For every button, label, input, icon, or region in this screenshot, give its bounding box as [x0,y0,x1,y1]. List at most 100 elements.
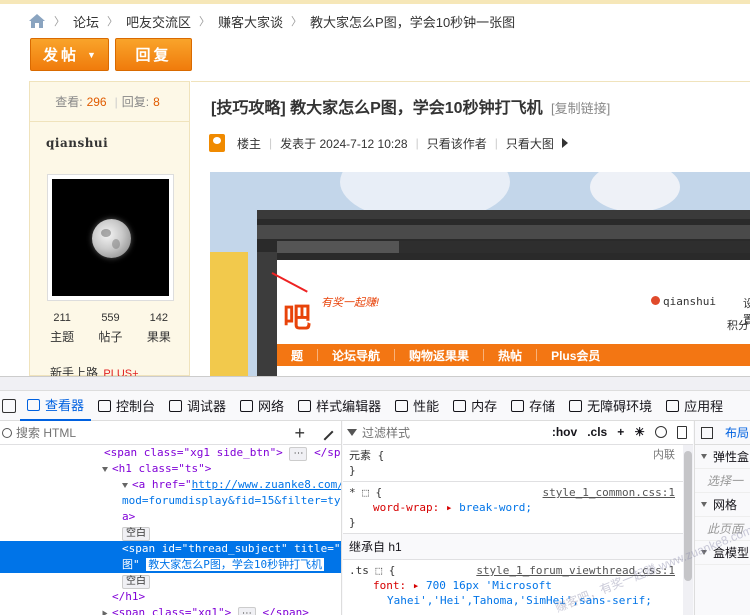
whitespace-badge: 空白 [122,575,150,589]
print-media-icon[interactable] [677,425,687,439]
breadcrumb-board[interactable]: 赚客大家谈 [218,12,283,31]
rule-source-link[interactable]: style_1_common.css:1 [543,485,675,500]
tree-link[interactable]: http://www.zuanke8.com/fo [192,478,341,491]
thread-title: [技巧攻略] 教大家怎么P图，学会10秒钟打飞机 [复制链接] [211,94,610,118]
breadcrumb-forum[interactable]: 论坛 [73,12,99,31]
stat-fruits[interactable]: 142 果果 [147,312,171,345]
dark-mode-icon[interactable] [655,426,667,438]
html-search-placeholder: 搜索 HTML [16,426,77,440]
tree-node[interactable]: <a href="http://www.zuanke8.com/fo [0,477,341,493]
home-icon[interactable] [28,13,46,29]
element-picker-icon[interactable] [2,398,16,413]
ellipsis-badge[interactable]: ⋯ [289,447,308,461]
rule-declaration[interactable]: word-wrap: ▸ break-word; [349,500,687,515]
canvas-navbar: 题 论坛导航 购物返果果 热帖 Plus会员 [277,344,750,366]
add-rule-icon[interactable]: + [617,425,624,439]
section-label: 盒模型 [713,546,750,560]
styles-filter-placeholder: 过滤样式 [362,426,411,440]
breadcrumb-section[interactable]: 吧友交流区 [126,12,191,31]
canvas-user: qianshui [651,295,716,308]
tree-node[interactable]: <span class="xg1"> ⋯ </span> [0,605,341,615]
expand-triangle-icon[interactable] [102,466,108,472]
avatar-image [52,179,169,296]
flexbox-section[interactable]: 弹性盒 [695,445,750,469]
cls-toggle[interactable]: .cls [587,425,607,439]
grid-section[interactable]: 网格 [695,493,750,517]
rule-close: } [349,516,356,529]
photoshop-options-bar [257,225,750,239]
canvas-nav-item: 题 [291,348,304,363]
tree-text-node[interactable]: 教大家怎么P图，学会10秒钟打飞机 [146,558,325,571]
devtools-tabbar: 查看器 控制台 调试器 网络 样式编辑器 性能 内存 存储 无障碍环境 应用程 [0,391,750,421]
divider [536,349,538,361]
storage-icon [511,399,525,412]
copy-link[interactable]: [复制链接] [551,101,610,116]
tab-label: 调试器 [187,399,227,414]
rules-scroll-thumb[interactable] [684,451,692,581]
breadcrumb-thread[interactable]: 教大家怎么P图，学会10秒钟一张图 [310,12,515,31]
tab-inspector[interactable]: 查看器 [20,391,92,421]
author-name[interactable]: qianshui [46,136,108,150]
avatar[interactable] [47,174,174,301]
tab-debugger[interactable]: 调试器 [162,391,233,421]
tree-node[interactable]: </h1> [0,589,341,605]
author-only-link[interactable]: 只看该作者 [427,135,487,152]
tree-tag: </h1> [112,590,146,603]
side-tabbar: 布局 [695,421,750,445]
new-post-label: 发帖 [43,47,80,64]
tab-application[interactable]: 应用程 [659,391,730,421]
light-mode-icon[interactable]: ☀ [634,425,645,439]
play-icon[interactable] [561,138,568,148]
hint-text: 选择一 [707,474,744,488]
grid-icon [666,399,680,412]
tab-console[interactable]: 控制台 [91,391,162,421]
layout-sidebar: 布局 弹性盒 选择一 网格 此页面 盒模型 [694,421,750,615]
html-search[interactable]: 搜索 HTML + [0,421,341,445]
tree-node[interactable]: <span class="xg1 side_btn"> ⋯ </span [0,445,341,461]
tab-network[interactable]: 网络 [233,391,291,421]
rule-source-link[interactable]: style_1_forum_viewthread.css:1 [476,563,675,578]
css-property: font: [373,579,413,592]
tab-memory[interactable]: 内存 [446,391,504,421]
tab-layout[interactable]: 布局 [725,424,749,441]
eyedropper-icon[interactable] [316,423,334,441]
flexbox-hint: 选择一 [695,469,750,493]
tree-node[interactable]: <h1 class="ts"> [0,461,341,477]
tree-node-selected[interactable]: <span id="thread_subject" title="教 [0,541,341,557]
replies-count: 8 [153,94,160,109]
styles-filter[interactable]: 过滤样式 :hov .cls + ☀ [343,421,693,445]
box-model-section[interactable]: 盒模型 [695,541,750,565]
big-image-link[interactable]: 只看大图 [506,135,554,152]
tab-label: 网络 [258,399,285,414]
universal-rule: * ⬚ { style_1_common.css:1 word-wrap: ▸ … [343,482,693,534]
post-image[interactable]: 吧 有奖一起赚! qianshui 设置 积分: 题 论坛导航 购物返果果 热帖 [210,172,750,376]
tree-node[interactable]: 空白 [0,525,341,541]
expand-triangle-icon [701,454,707,459]
stat-value: 559 [101,312,120,324]
stat-topics[interactable]: 211 主题 [50,312,74,345]
collapse-triangle-icon[interactable] [102,610,108,615]
tree-node[interactable]: 空白 [0,573,341,589]
page-scrollbar[interactable] [0,377,750,391]
tree-node-selected-cont[interactable]: 图" 教大家怎么P图，学会10秒钟打飞机 [0,557,341,573]
reply-button[interactable]: 回复 [115,38,192,71]
add-node-icon[interactable]: + [294,423,305,444]
hov-toggle[interactable]: :hov [552,425,577,439]
user-rank: 新手上路 PLUS+ [50,364,139,376]
ellipsis-badge[interactable]: ⋯ [237,607,256,615]
new-post-button[interactable]: 发帖 ▼ [30,38,109,71]
chevron-right-icon: 〉 [199,16,211,28]
image-decoration [590,172,680,212]
tree-tag: <span id="thread_subject" title="教 [122,542,342,555]
tab-accessibility[interactable]: 无障碍环境 [562,391,659,421]
tree-tag: <span class="xg1"> [112,606,232,615]
tab-style-editor[interactable]: 样式编辑器 [291,391,388,421]
css-value: 700 16px 'Microsoft [426,579,552,592]
expand-triangle-icon[interactable] [122,482,128,488]
tab-performance[interactable]: 性能 [388,391,446,421]
rule-declaration[interactable]: font: ▸ 700 16px 'Microsoft [349,578,687,593]
replies-label: 回复: [121,95,150,109]
tab-storage[interactable]: 存储 [504,391,562,421]
stat-posts[interactable]: 559 帖子 [98,312,122,345]
panel-toggle-icon[interactable] [701,426,713,439]
